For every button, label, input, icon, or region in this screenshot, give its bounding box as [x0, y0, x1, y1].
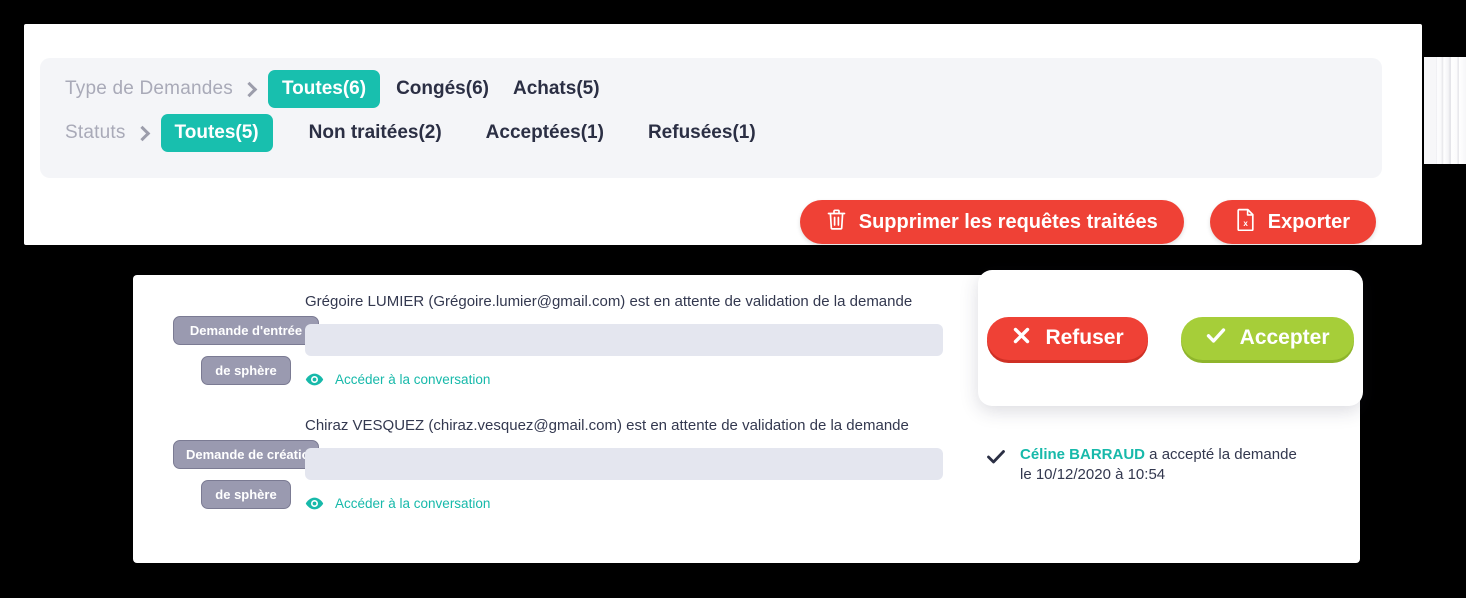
trash-icon — [826, 208, 847, 237]
request-scope-tag: de sphère — [201, 356, 291, 385]
check-icon — [1205, 325, 1227, 352]
request-body: Chiraz VESQUEZ (chiraz.vesquez@gmail.com… — [305, 417, 945, 513]
request-title: Chiraz VESQUEZ (chiraz.vesquez@gmail.com… — [305, 417, 909, 434]
accept-label: Accepter — [1239, 326, 1330, 349]
delete-processed-requests-button[interactable]: Supprimer les requêtes traitées — [799, 200, 1184, 244]
cross-icon — [1011, 325, 1032, 352]
accept-button[interactable]: Accepter — [1180, 316, 1354, 360]
action-bar: Supprimer les requêtes traitées x Export… — [799, 200, 1376, 244]
export-button[interactable]: x Exporter — [1209, 200, 1376, 244]
decision-panel: Refuser Accepter — [978, 270, 1363, 406]
open-conversation-link[interactable]: Accéder à la conversation — [305, 494, 945, 513]
filter-type-achats[interactable]: Achats(5) — [505, 78, 608, 100]
filter-status-refusees[interactable]: Refusées(1) — [640, 122, 764, 144]
status-datetime: le 10/12/2020 à 10:54 — [1020, 466, 1166, 483]
filters-card: Type de Demandes Toutes(6) Congés(6) Ach… — [24, 24, 1422, 245]
eye-icon — [305, 370, 324, 389]
export-label: Exporter — [1267, 210, 1350, 233]
filter-status-acceptees[interactable]: Acceptées(1) — [478, 122, 612, 144]
chevron-right-icon — [242, 81, 258, 97]
request-scope-tag: de sphère — [201, 480, 291, 509]
refuse-button[interactable]: Refuser — [987, 316, 1148, 360]
excel-file-icon: x — [1236, 208, 1256, 237]
open-conversation-label: Accéder à la conversation — [335, 372, 491, 387]
filter-status-non-traitees[interactable]: Non traitées(2) — [301, 122, 450, 144]
filter-row-type: Type de Demandes Toutes(6) Congés(6) Ach… — [65, 68, 1382, 110]
chevron-right-icon — [135, 125, 151, 141]
check-icon — [986, 447, 1006, 467]
filter-group-label-status: Statuts — [65, 122, 126, 143]
filter-row-status: Statuts Toutes(5) Non traitées(2) Accept… — [65, 112, 1382, 154]
request-tags: Demande de création de sphère — [149, 440, 319, 509]
open-conversation-link[interactable]: Accéder à la conversation — [305, 370, 945, 389]
status-message-text: Céline BARRAUD a accepté la demande le 1… — [1020, 445, 1297, 485]
filter-type-toutes[interactable]: Toutes(6) — [267, 70, 381, 108]
refuse-label: Refuser — [1045, 326, 1124, 349]
request-title: Grégoire LUMIER (Grégoire.lumier@gmail.c… — [305, 293, 913, 310]
request-tags: Demande d'entrée de sphère — [149, 316, 319, 385]
requests-card: Demande d'entrée de sphère Grégoire LUMI… — [133, 270, 1363, 563]
svg-text:x: x — [1243, 219, 1248, 228]
request-type-tag: Demande d'entrée — [173, 316, 319, 345]
request-detail-field[interactable] — [305, 448, 943, 480]
status-message: Céline BARRAUD a accepté la demande le 1… — [986, 445, 1297, 485]
status-actor-name: Céline BARRAUD — [1020, 446, 1146, 463]
request-detail-field[interactable] — [305, 324, 943, 356]
eye-icon — [305, 494, 324, 513]
delete-processed-requests-label: Supprimer les requêtes traitées — [858, 210, 1158, 233]
filter-bar: Type de Demandes Toutes(6) Congés(6) Ach… — [40, 58, 1382, 178]
filter-type-conges[interactable]: Congés(6) — [388, 78, 497, 100]
filter-status-toutes[interactable]: Toutes(5) — [160, 114, 273, 152]
filter-group-label-type: Type de Demandes — [65, 78, 233, 99]
open-conversation-label: Accéder à la conversation — [335, 496, 491, 511]
stacked-pages-edge — [1424, 57, 1466, 164]
request-body: Grégoire LUMIER (Grégoire.lumier@gmail.c… — [305, 293, 945, 389]
request-type-tag: Demande de création — [173, 440, 319, 469]
status-action-text: a accepté la demande — [1145, 446, 1297, 463]
